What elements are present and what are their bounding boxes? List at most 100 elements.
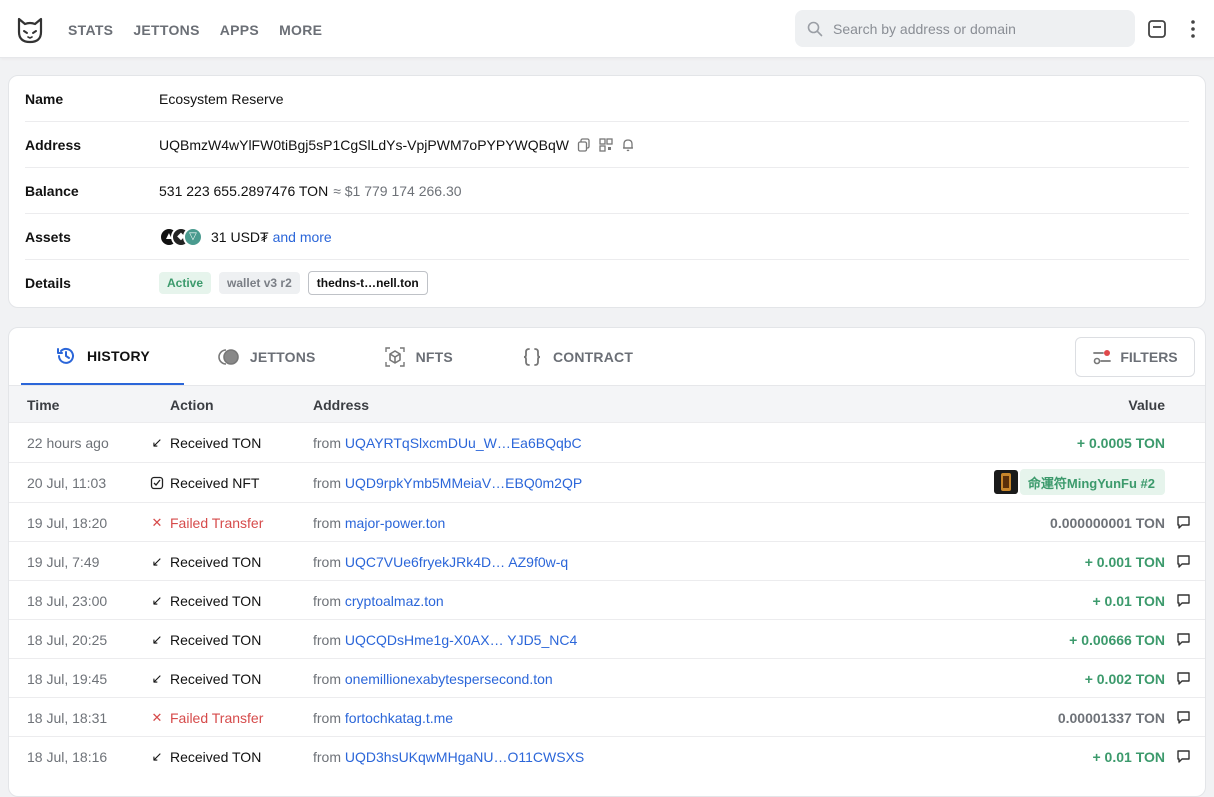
- comment-icon[interactable]: [1176, 710, 1191, 725]
- table-row[interactable]: 18 Jul, 20:25 ↙ Received TON from UQCQDsHme…: [9, 619, 1205, 658]
- arrow-in-icon: ↙: [151, 554, 163, 569]
- history-card: HISTORY JETTONS NFTS CONTRACT FILTERS Ti…: [8, 327, 1206, 797]
- history-icon: [57, 347, 74, 364]
- table-row[interactable]: 18 Jul, 23:00 ↙ Received TON from cryptoalm…: [9, 580, 1205, 619]
- name-row: Name Ecosystem Reserve: [25, 76, 1189, 122]
- row-address-link[interactable]: fortochkatag.t.me: [345, 710, 453, 726]
- row-action-label: Failed Transfer: [170, 515, 264, 531]
- cat-logo-icon[interactable]: [15, 15, 45, 45]
- comment-icon[interactable]: [1176, 749, 1191, 764]
- row-action-label: Received TON: [170, 749, 262, 765]
- comment-icon[interactable]: [1176, 515, 1191, 530]
- tab-bar: HISTORY JETTONS NFTS CONTRACT: [21, 328, 667, 385]
- table-row[interactable]: 18 Jul, 18:31 ✕ Failed Transfer from fortoc…: [9, 697, 1205, 736]
- search-box[interactable]: [795, 10, 1135, 47]
- row-action: ↙ Received TON: [150, 593, 262, 609]
- row-action: ↙ Received TON: [150, 632, 262, 648]
- table-row[interactable]: 18 Jul, 18:16 ↙ Received TON from UQD3hsUKq…: [9, 736, 1205, 775]
- table-row[interactable]: 22 hours ago ↙ Received TON from UQAYRTqSlx…: [9, 422, 1205, 461]
- tab-nfts-label: NFTS: [415, 348, 453, 365]
- row-address-link[interactable]: UQCQDsHme1g-X0AX… YJD5_NC4: [345, 632, 577, 648]
- nft-received-icon: [150, 476, 164, 490]
- table-row[interactable]: 20 Jul, 11:03 Received NFT from UQD9rpkYmb…: [9, 462, 1205, 501]
- dns-badge[interactable]: thedns-t…nell.ton: [307, 271, 428, 295]
- nav-apps[interactable]: APPS: [220, 22, 259, 38]
- row-address-link[interactable]: UQC7VUe6fryekJRk4D… AZ9f0w-q: [345, 554, 568, 570]
- filters-button[interactable]: FILTERS: [1075, 337, 1195, 377]
- row-value: + 0.01 TON: [1092, 593, 1165, 609]
- row-address-link[interactable]: UQD9rpkYmb5MMeiaV…EBQ0m2QP: [345, 475, 582, 491]
- row-action: ↙ Received TON: [150, 554, 262, 570]
- asset-icons: ▲ ◆ ▽: [159, 226, 203, 247]
- comment-icon[interactable]: [1176, 554, 1191, 569]
- arrow-in-icon: ↙: [151, 671, 163, 686]
- status-badge: Active: [159, 272, 212, 294]
- col-action: Action: [170, 397, 214, 413]
- row-address: from UQAYRTqSlxcmDUu_W…Ea6BQqbC: [313, 435, 582, 451]
- search-icon: [807, 21, 823, 36]
- failed-x-icon: ✕: [151, 515, 163, 530]
- nav-stats[interactable]: STATS: [68, 22, 113, 38]
- row-address: from UQD3hsUKqwMHgaNU…O11CWSXS: [313, 749, 584, 765]
- wallet-icon[interactable]: [1147, 19, 1167, 39]
- table-row[interactable]: 18 Jul, 19:45 ↙ Received TON from onemillio…: [9, 658, 1205, 697]
- tab-jettons[interactable]: JETTONS: [184, 328, 350, 385]
- tab-history-label: HISTORY: [87, 347, 150, 364]
- copy-icon[interactable]: [577, 137, 591, 152]
- row-address-link[interactable]: onemillionexabytespersecond.ton: [345, 671, 553, 687]
- arrow-in-icon: ↙: [151, 749, 163, 764]
- row-value: + 0.002 TON: [1084, 671, 1165, 687]
- code-braces-icon: [523, 347, 540, 366]
- row-time: 19 Jul, 18:20: [27, 515, 108, 531]
- row-address: from fortochkatag.t.me: [313, 710, 453, 726]
- table-row[interactable]: 19 Jul, 7:49 ↙ Received TON from UQC7VUe6fr…: [9, 541, 1205, 580]
- col-address: Address: [313, 397, 370, 413]
- nav-jettons[interactable]: JETTONS: [133, 22, 199, 38]
- row-address-link[interactable]: major-power.ton: [345, 515, 445, 531]
- row-action-label: Received TON: [170, 632, 262, 648]
- row-from: from: [313, 554, 341, 570]
- qr-code-icon[interactable]: [599, 137, 613, 152]
- row-from: from: [313, 671, 341, 687]
- address-value[interactable]: UQBmzW4wYlFW0tiBgj5sP1CgSlLdYs-VpjPWM7oP…: [159, 137, 569, 153]
- row-action-label: Received TON: [170, 435, 262, 451]
- comment-icon[interactable]: [1176, 593, 1191, 608]
- nft-name: 命運符MingYunFu #2: [1027, 475, 1155, 491]
- row-address: from UQCQDsHme1g-X0AX… YJD5_NC4: [313, 632, 577, 648]
- col-value: Value: [1128, 397, 1165, 413]
- row-address-link[interactable]: cryptoalmaz.ton: [345, 593, 444, 609]
- nav-more[interactable]: MORE: [279, 22, 322, 38]
- cube-icon: [384, 346, 405, 367]
- assets-row: Assets ▲ ◆ ▽ 31 USD₮ and more: [25, 214, 1189, 260]
- col-time: Time: [27, 397, 60, 413]
- row-time: 18 Jul, 19:45: [27, 671, 108, 687]
- nft-item-pill[interactable]: 命運符MingYunFu #2: [993, 469, 1165, 495]
- row-from: from: [313, 435, 341, 451]
- top-bar: STATS JETTONS APPS MORE: [0, 0, 1214, 58]
- row-value: + 0.01 TON: [1092, 749, 1165, 765]
- row-address: from major-power.ton: [313, 515, 445, 531]
- comment-icon[interactable]: [1176, 632, 1191, 647]
- row-address: from onemillionexabytespersecond.ton: [313, 671, 553, 687]
- filters-label: FILTERS: [1120, 349, 1178, 365]
- comment-icon[interactable]: [1176, 671, 1191, 686]
- tab-history[interactable]: HISTORY: [21, 328, 184, 385]
- row-from: from: [313, 710, 341, 726]
- assets-more-link[interactable]: and more: [273, 229, 332, 245]
- row-address-link[interactable]: UQAYRTqSlxcmDUu_W…Ea6BQqbC: [345, 435, 582, 451]
- row-time: 20 Jul, 11:03: [27, 475, 107, 491]
- bell-icon[interactable]: [621, 138, 635, 152]
- row-action: ↙ Received TON: [150, 671, 262, 687]
- tab-contract[interactable]: CONTRACT: [487, 328, 667, 385]
- row-action-label: Received TON: [170, 554, 262, 570]
- arrow-in-icon: ↙: [151, 593, 163, 608]
- version-badge: wallet v3 r2: [219, 272, 300, 294]
- table-row[interactable]: 19 Jul, 18:20 ✕ Failed Transfer from major-…: [9, 502, 1205, 541]
- row-value: + 0.00666 TON: [1069, 632, 1165, 648]
- row-address-link[interactable]: UQD3hsUKqwMHgaNU…O11CWSXS: [345, 749, 584, 765]
- search-input[interactable]: [833, 20, 1123, 37]
- row-action: ✕ Failed Transfer: [150, 515, 264, 531]
- more-vertical-icon[interactable]: [1183, 19, 1203, 39]
- tab-nfts[interactable]: NFTS: [350, 328, 487, 385]
- tab-contract-label: CONTRACT: [552, 348, 634, 365]
